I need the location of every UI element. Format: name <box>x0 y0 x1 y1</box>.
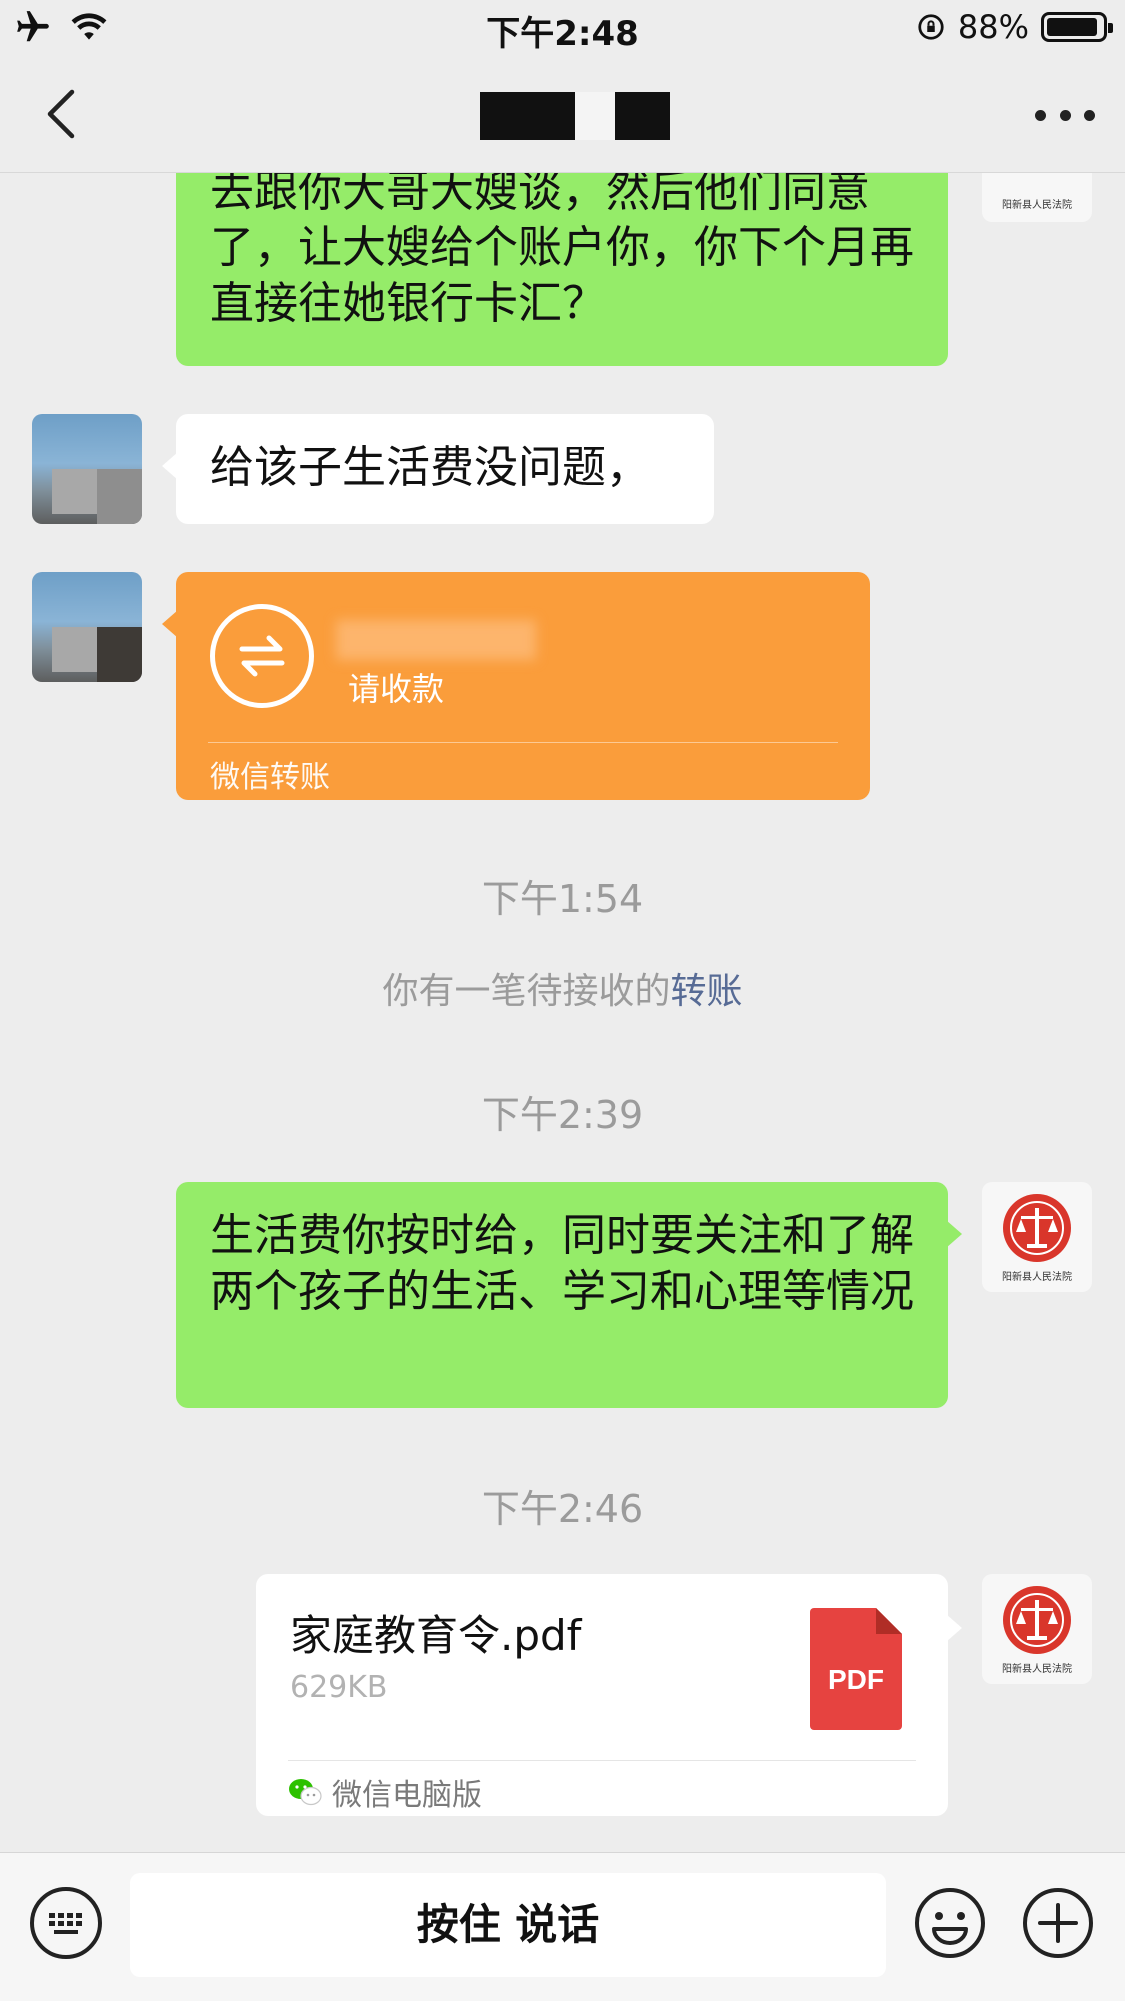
wechat-icon <box>289 1779 322 1806</box>
transfer-label: 请收款 <box>348 670 445 708</box>
nav-bar <box>0 56 1125 173</box>
court-emblem-icon <box>1003 1194 1071 1262</box>
transfer-card[interactable]: 请收款 微信转账 <box>162 572 870 800</box>
keyboard-toggle-button[interactable] <box>30 1887 102 1959</box>
pdf-file-icon: PDF <box>810 1608 902 1730</box>
file-source-text: 微信电脑版 <box>332 1778 482 1813</box>
battery-percent: 88% <box>957 8 1029 46</box>
avatar-court[interactable]: 阳新县人民法院 <box>982 1182 1092 1292</box>
avatar-contact[interactable] <box>32 572 142 682</box>
battery-icon <box>1041 12 1113 42</box>
message-text: 给该子生活费没问题， <box>210 442 650 493</box>
status-right-icons: 88% <box>916 8 1113 46</box>
file-message-card[interactable]: 家庭教育令.pdf 629KB PDF 微信电脑版 <box>256 1574 962 1816</box>
court-emblem-icon <box>1003 1586 1071 1654</box>
divider <box>288 1760 916 1761</box>
file-name: 家庭教育令.pdf <box>290 1611 582 1660</box>
message-text: 去跟你大哥大嫂谈，然后他们同意了，让大嫂给个账户你，你下个月再直接往她银行卡汇？ <box>210 172 914 329</box>
court-avatar-label: 阳新县人民法院 <box>1002 200 1072 211</box>
message-bubble-incoming[interactable]: 给该子生活费没问题， <box>162 414 714 524</box>
chevron-left-icon <box>47 89 75 139</box>
avatar-court[interactable]: 阳新县人民法院 <box>982 1574 1092 1684</box>
chat-area[interactable]: 去跟你大哥大嫂谈，然后他们同意了，让大嫂给个账户你，你下个月再直接往她银行卡汇？… <box>0 172 1125 1852</box>
back-button[interactable] <box>34 84 94 144</box>
plus-icon <box>1023 1888 1093 1958</box>
pdf-label: PDF <box>828 1664 884 1695</box>
avatar-court[interactable]: 阳新县人民法院 <box>982 172 1092 222</box>
dot <box>1035 109 1046 121</box>
orientation-lock-icon <box>918 14 944 40</box>
timestamp: 下午2:46 <box>481 1487 644 1531</box>
avatar-contact[interactable] <box>32 414 142 524</box>
smiley-icon <box>915 1888 985 1958</box>
emoji-button[interactable] <box>914 1887 986 1959</box>
transfer-footer: 微信转账 <box>210 760 330 795</box>
court-avatar-label: 阳新县人民法院 <box>1002 1664 1072 1675</box>
system-message-text: 你有一笔待接收的 <box>382 971 671 1012</box>
transfer-amount-redacted <box>336 620 536 660</box>
input-bar: 按住 说话 <box>0 1852 1125 2001</box>
transfer-arrows-icon <box>210 604 314 708</box>
message-bubble-outgoing[interactable]: 生活费你按时给，同时要关注和了解两个孩子的生活、学习和心理等情况 <box>176 1182 962 1408</box>
more-actions-button[interactable] <box>1022 1887 1094 1959</box>
file-size: 629KB <box>290 1670 388 1705</box>
system-message: 你有一笔待接收的转账 <box>0 962 1125 1014</box>
hold-to-talk-button[interactable]: 按住 说话 <box>130 1873 886 1977</box>
timestamp: 下午1:54 <box>481 877 644 921</box>
divider <box>208 742 838 743</box>
dot <box>1059 109 1071 121</box>
dot <box>1084 109 1095 121</box>
status-bar: 下午2:48 88% <box>0 0 1125 56</box>
keyboard-icon <box>49 1913 82 1934</box>
file-source: 微信电脑版 <box>288 1770 482 1814</box>
more-options-button[interactable] <box>1035 100 1095 130</box>
message-text: 生活费你按时给，同时要关注和了解两个孩子的生活、学习和心理等情况 <box>210 1210 914 1317</box>
contact-name-redacted <box>480 92 670 140</box>
message-bubble-outgoing[interactable]: 去跟你大哥大嫂谈，然后他们同意了，让大嫂给个账户你，你下个月再直接往她银行卡汇？ <box>176 172 948 366</box>
court-avatar-label: 阳新县人民法院 <box>1002 1272 1072 1283</box>
timestamp: 下午2:39 <box>481 1093 644 1137</box>
transfer-link[interactable]: 转账 <box>671 971 743 1012</box>
